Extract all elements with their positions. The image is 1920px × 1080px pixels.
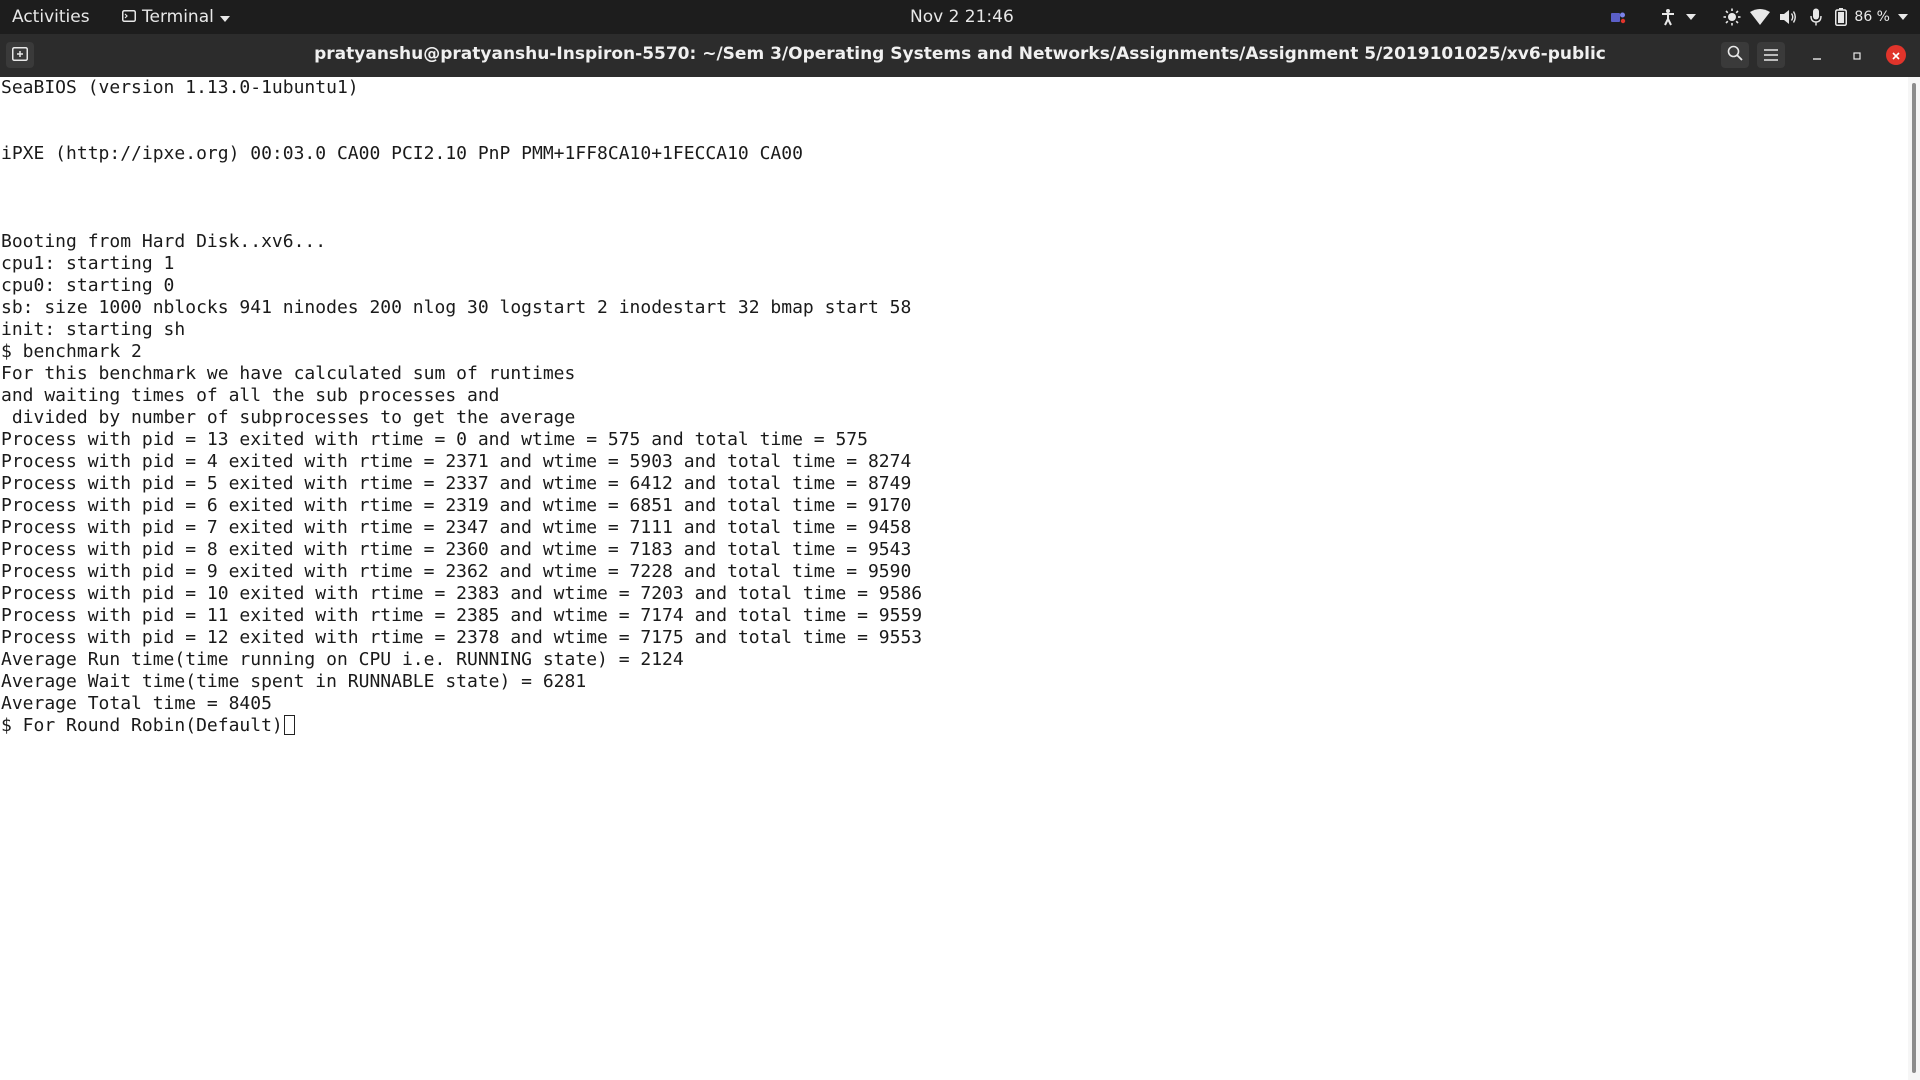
terminal-line: cpu0: starting 0 (1, 275, 175, 296)
terminal-line: Process with pid = 10 exited with rtime … (1, 583, 923, 604)
terminal-scrollbar[interactable] (1908, 77, 1920, 1080)
terminal-line: Process with pid = 9 exited with rtime =… (1, 561, 912, 582)
menu-button[interactable] (1757, 42, 1785, 68)
terminal-line: cpu1: starting 1 (1, 253, 175, 274)
terminal-line: SeaBIOS (version 1.13.0-1ubuntu1) (1, 77, 359, 98)
maximize-icon (1852, 46, 1862, 65)
terminal-line: Process with pid = 12 exited with rtime … (1, 627, 923, 648)
terminal-line: divided by number of subprocesses to get… (1, 407, 576, 428)
app-menu-label: Terminal (142, 7, 214, 27)
terminal-line: Process with pid = 13 exited with rtime … (1, 429, 868, 450)
clock[interactable]: Nov 2 21:46 (910, 7, 1014, 27)
terminal-line: sb: size 1000 nblocks 941 ninodes 200 nl… (1, 297, 912, 318)
search-icon (1727, 45, 1743, 65)
scrollbar-thumb[interactable] (1912, 83, 1916, 1073)
window-title: pratyanshu@pratyanshu-Inspiron-5570: ~/S… (314, 44, 1606, 64)
terminal-line: $ benchmark 2 (1, 341, 142, 362)
battery-icon (1830, 0, 1852, 34)
search-button[interactable] (1721, 42, 1749, 68)
terminal-headerbar: pratyanshu@pratyanshu-Inspiron-5570: ~/S… (0, 34, 1920, 78)
gnome-top-bar: Activities Terminal Nov 2 21:46 86 % (0, 0, 1920, 34)
terminal-line: init: starting sh (1, 319, 186, 340)
terminal-output-lines: SeaBIOS (version 1.13.0-1ubuntu1) iPXE (… (0, 77, 1908, 737)
minimize-button[interactable] (1807, 45, 1827, 65)
terminal-line: Average Run time(time running on CPU i.e… (1, 649, 684, 670)
terminal-line: Process with pid = 7 exited with rtime =… (1, 517, 912, 538)
terminal-line: Process with pid = 5 exited with rtime =… (1, 473, 912, 494)
maximize-button[interactable] (1847, 45, 1867, 65)
terminal-line: and waiting times of all the sub process… (1, 385, 500, 406)
app-menu[interactable]: Terminal (122, 7, 230, 27)
wifi-icon (1746, 0, 1774, 34)
volume-icon (1774, 0, 1802, 34)
close-icon (1891, 46, 1901, 65)
terminal-line: Process with pid = 11 exited with rtime … (1, 605, 923, 626)
teams-icon[interactable] (1604, 0, 1632, 34)
terminal-line: Average Total time = 8405 (1, 693, 272, 714)
terminal-line: Process with pid = 4 exited with rtime =… (1, 451, 912, 472)
terminal-line: For this benchmark we have calculated su… (1, 363, 576, 384)
system-menu-chevron-down-icon[interactable] (1896, 0, 1910, 34)
accessibility-icon[interactable] (1654, 0, 1682, 34)
battery-percentage: 86 % (1854, 9, 1890, 25)
terminal-line: Booting from Hard Disk..xv6... (1, 231, 327, 252)
terminal-output-area[interactable]: SeaBIOS (version 1.13.0-1ubuntu1) iPXE (… (0, 77, 1908, 1080)
chevron-down-icon (219, 7, 230, 27)
night-light-icon (1718, 0, 1746, 34)
hamburger-menu-icon (1764, 46, 1778, 65)
close-button[interactable] (1886, 45, 1906, 65)
terminal-line: Process with pid = 8 exited with rtime =… (1, 539, 912, 560)
activities-button[interactable]: Activities (12, 7, 90, 27)
microphone-icon (1802, 0, 1830, 34)
prompt-line[interactable]: $ For Round Robin(Default) (1, 715, 283, 736)
text-cursor (283, 715, 295, 735)
terminal-app-icon (122, 7, 136, 27)
minimize-icon (1812, 46, 1822, 65)
accessibility-chevron-down-icon[interactable] (1682, 0, 1700, 34)
terminal-line: Process with pid = 6 exited with rtime =… (1, 495, 912, 516)
system-tray[interactable]: 86 % (1604, 0, 1910, 34)
terminal-line: Average Wait time(time spent in RUNNABLE… (1, 671, 587, 692)
terminal-line: iPXE (http://ipxe.org) 00:03.0 CA00 PCI2… (1, 143, 803, 164)
